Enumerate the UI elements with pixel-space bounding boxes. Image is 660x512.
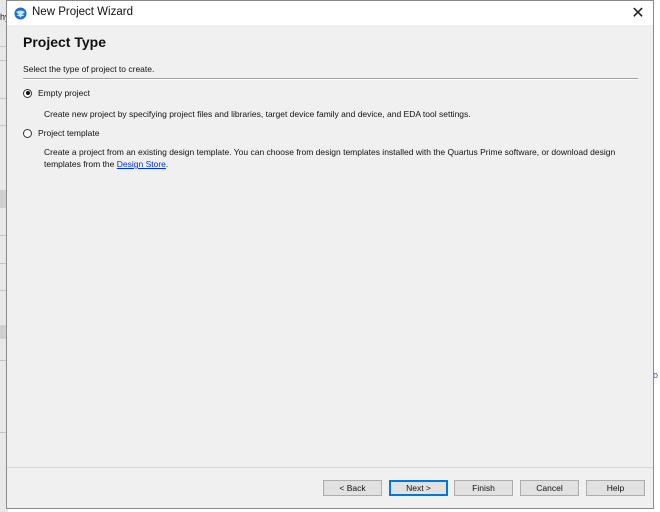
close-button[interactable]: ✕ xyxy=(623,1,653,25)
header-separator xyxy=(23,78,638,80)
project-template-radio-option[interactable]: Project template xyxy=(23,128,99,138)
help-button[interactable]: Help xyxy=(586,480,645,496)
project-template-description-end: . xyxy=(165,159,169,169)
new-project-wizard-dialog: New Project Wizard ✕ Project Type Select… xyxy=(6,0,654,509)
empty-project-label: Empty project xyxy=(38,88,90,98)
design-store-link[interactable]: Design Store xyxy=(117,159,166,169)
quartus-globe-icon xyxy=(14,7,27,20)
project-template-description: Create a project from an existing design… xyxy=(44,146,644,170)
close-icon: ✕ xyxy=(631,5,645,22)
window-title: New Project Wizard xyxy=(32,6,133,18)
empty-project-description: Create new project by specifying project… xyxy=(44,109,471,119)
page-title: Project Type xyxy=(23,34,106,50)
project-template-radio[interactable] xyxy=(23,128,32,138)
back-button[interactable]: < Back xyxy=(323,480,382,496)
empty-project-radio[interactable] xyxy=(23,88,32,98)
cancel-button[interactable]: Cancel xyxy=(520,480,579,496)
finish-button[interactable]: Finish xyxy=(454,480,513,496)
project-template-label: Project template xyxy=(38,128,100,138)
page-instruction: Select the type of project to create. xyxy=(23,64,155,74)
empty-project-radio-option[interactable]: Empty project xyxy=(23,88,90,98)
title-bar[interactable]: New Project Wizard ✕ xyxy=(7,1,653,25)
next-button[interactable]: Next > xyxy=(389,480,448,496)
footer-separator xyxy=(7,467,653,468)
